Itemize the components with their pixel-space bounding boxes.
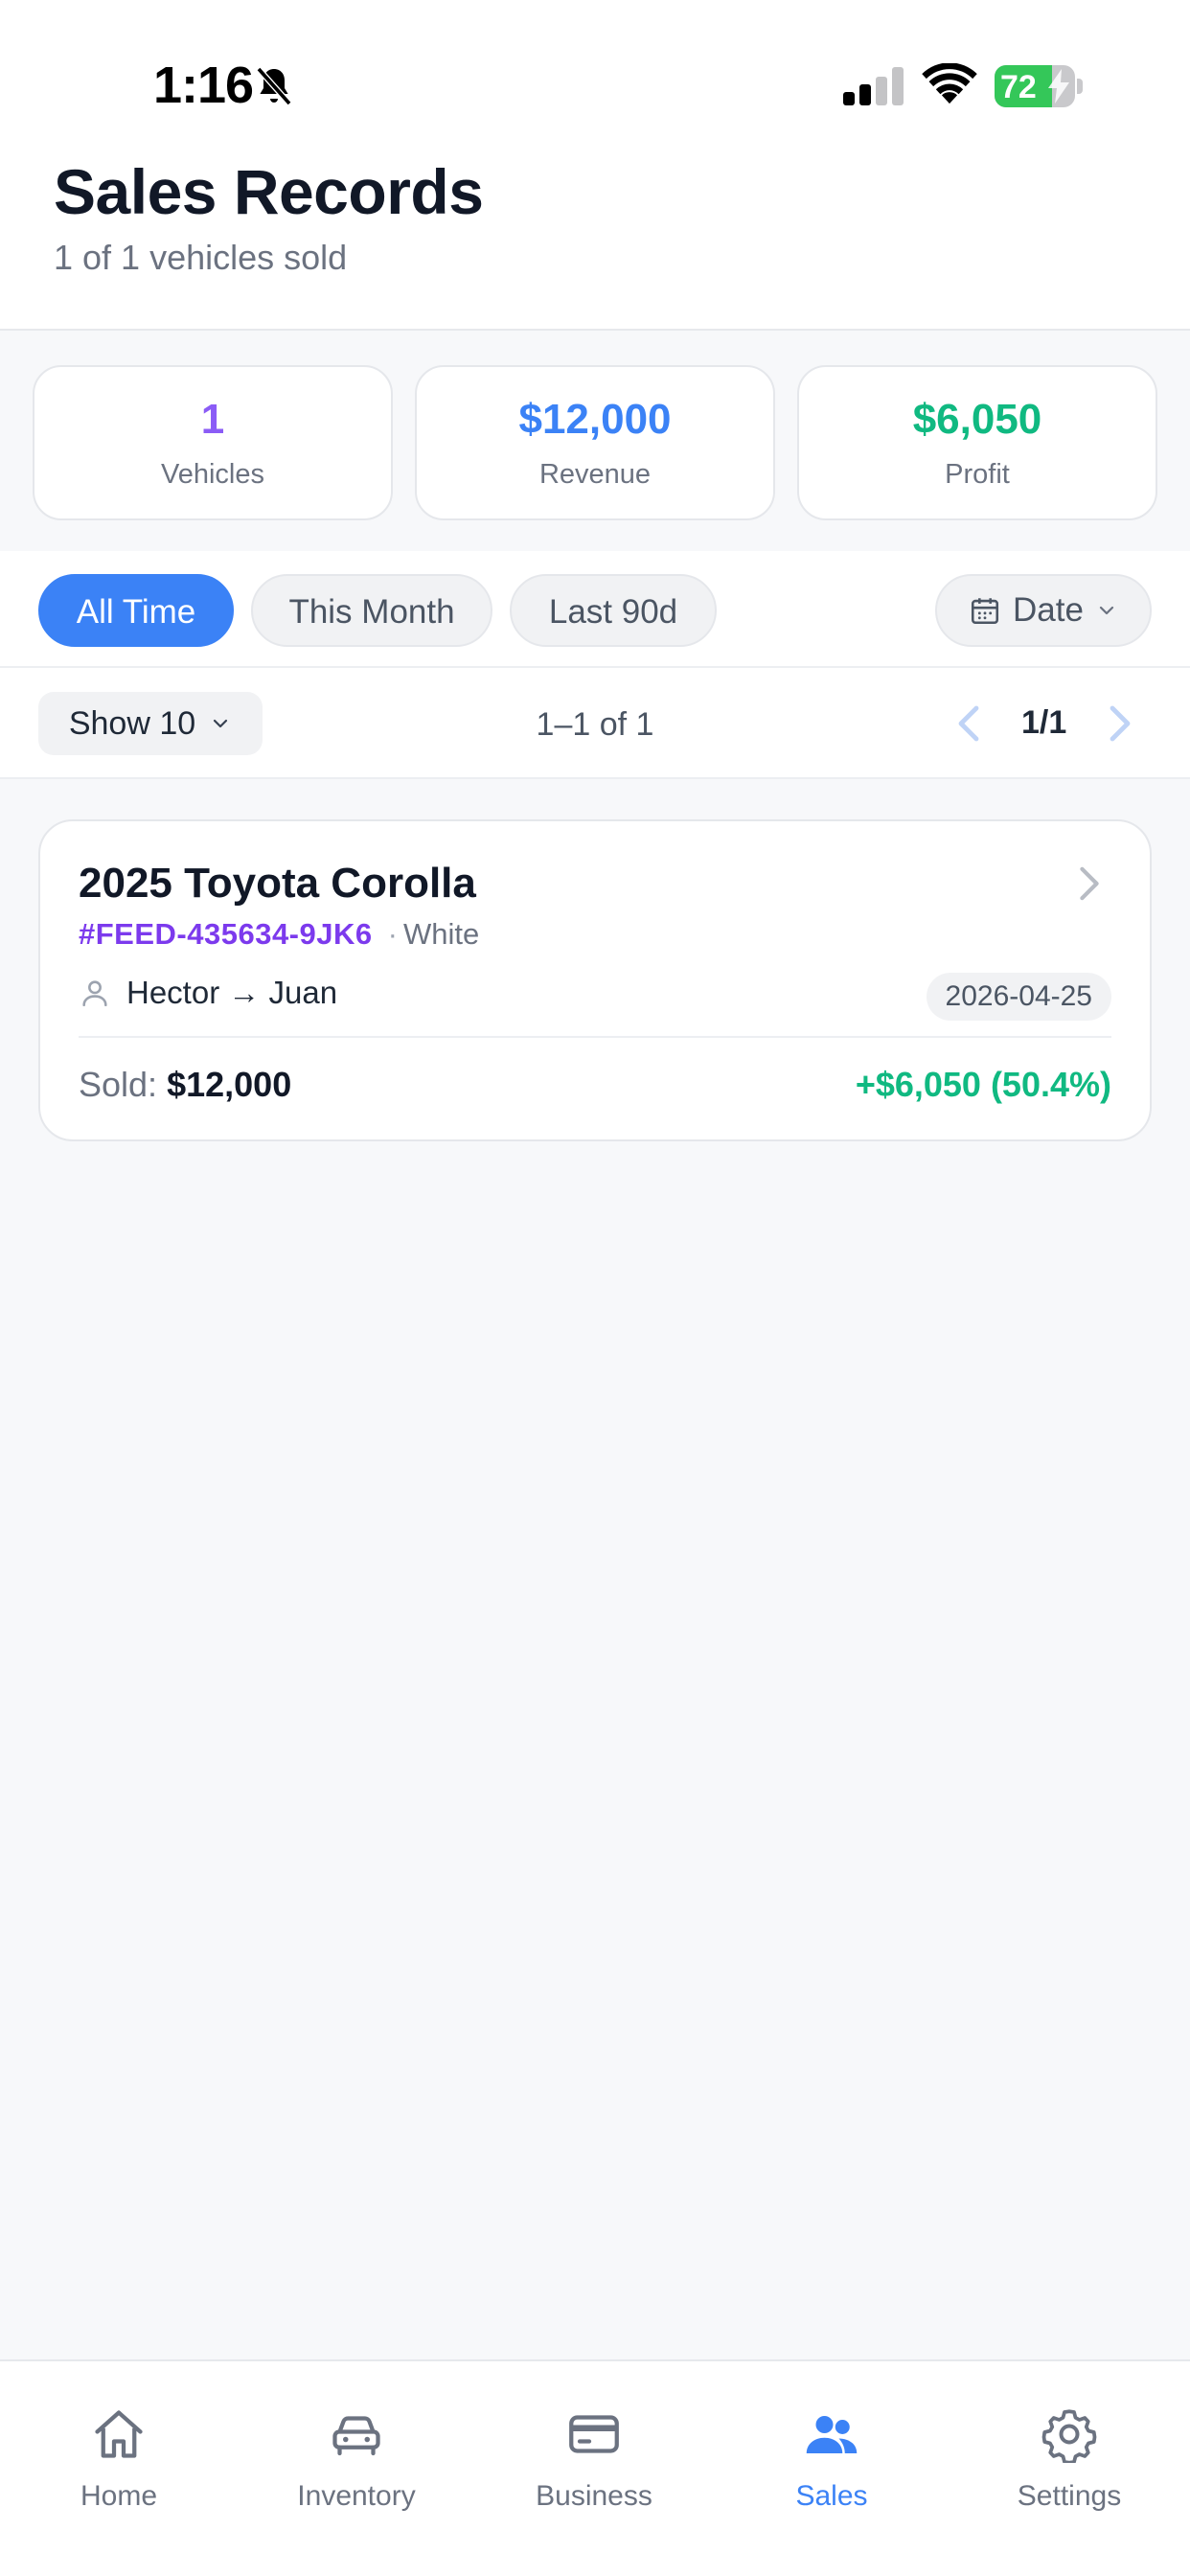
stat-label: Revenue bbox=[538, 459, 652, 490]
status-time: 1:16 bbox=[153, 57, 254, 114]
sale-parties: Hector → Juan bbox=[79, 975, 337, 1011]
tab-label: Inventory bbox=[297, 2480, 416, 2512]
stat-value: 1 bbox=[200, 396, 225, 443]
tab-inventory[interactable]: Inventory bbox=[238, 2361, 475, 2576]
tab-home[interactable]: Home bbox=[0, 2361, 238, 2576]
pagination-bar: Show 10 1–1 of 1 1/1 bbox=[0, 668, 1190, 779]
profit-value: +$6,050 (50.4%) bbox=[855, 1065, 1111, 1104]
sort-label: Date bbox=[1013, 591, 1084, 629]
charging-bolt-icon bbox=[1048, 69, 1069, 104]
filter-chip-last-90d[interactable]: Last 90d bbox=[510, 574, 717, 647]
bottom-tab-bar: Home Inventory Business Sales Settings bbox=[0, 2359, 1190, 2576]
battery-level: 72 bbox=[1000, 69, 1037, 105]
sold-price: Sold: $12,000 bbox=[79, 1065, 291, 1105]
tab-sales[interactable]: Sales bbox=[713, 2361, 950, 2576]
summary-stats: 1 Vehicles $12,000 Revenue $6,050 Profit bbox=[0, 331, 1190, 551]
wifi-icon bbox=[922, 63, 977, 104]
page-indicator: 1/1 bbox=[1021, 704, 1067, 741]
stat-label: Vehicles bbox=[160, 459, 264, 490]
car-icon bbox=[332, 2416, 380, 2456]
stat-card-profit: $6,050 Profit bbox=[797, 365, 1157, 520]
status-bar: 1:16 72 bbox=[0, 0, 1190, 144]
tab-business[interactable]: Business bbox=[475, 2361, 713, 2576]
stat-label: Profit bbox=[945, 459, 1010, 490]
sale-date-badge: 2026-04-25 bbox=[926, 973, 1111, 1021]
users-icon bbox=[806, 2416, 858, 2453]
bell-muted-icon bbox=[256, 66, 292, 106]
sort-dropdown[interactable]: Date bbox=[935, 574, 1152, 647]
card-divider bbox=[79, 1036, 1111, 1038]
result-range: 1–1 of 1 bbox=[536, 706, 654, 743]
card-icon bbox=[569, 2415, 619, 2453]
calendar-icon bbox=[972, 598, 999, 625]
page-subtitle: 1 of 1 vehicles sold bbox=[54, 238, 348, 277]
prev-page-button[interactable] bbox=[954, 704, 983, 743]
sale-record-card[interactable]: 2025 Toyota Corolla #FEED-435634-9JK6 · Wh… bbox=[38, 819, 1152, 1141]
page-header: Sales Records 1 of 1 vehicles sold bbox=[0, 144, 1190, 331]
stat-value: $6,050 bbox=[912, 396, 1042, 443]
filter-chip-all-time[interactable]: All Time bbox=[38, 574, 234, 647]
vehicle-meta: #FEED-435634-9JK6 · White bbox=[79, 917, 479, 952]
sold-value: $12,000 bbox=[167, 1065, 292, 1104]
page-title: Sales Records bbox=[54, 156, 484, 227]
vehicle-id: #FEED-435634-9JK6 bbox=[79, 917, 373, 951]
chevron-right-icon bbox=[1080, 866, 1099, 901]
home-icon bbox=[95, 2410, 143, 2458]
stat-card-vehicles: 1 Vehicles bbox=[33, 365, 393, 520]
sales-records-screen: 1:16 72 Sales Records 1 of 1 vehicles so… bbox=[0, 0, 1190, 2576]
battery-indicator: 72 bbox=[995, 65, 1083, 107]
tab-label: Home bbox=[80, 2480, 158, 2512]
vehicle-title: 2025 Toyota Corolla bbox=[79, 860, 476, 907]
date-filter-bar: All Time This Month Last 90d Date bbox=[0, 551, 1190, 668]
tab-settings[interactable]: Settings bbox=[950, 2361, 1188, 2576]
vehicle-color: White bbox=[402, 917, 480, 951]
tab-label: Sales bbox=[795, 2480, 868, 2512]
sold-label: Sold: bbox=[79, 1065, 158, 1104]
tab-label: Business bbox=[536, 2480, 652, 2512]
person-icon bbox=[82, 980, 107, 1007]
tab-label: Settings bbox=[1017, 2480, 1122, 2512]
stat-value: $12,000 bbox=[518, 396, 672, 443]
gear-icon bbox=[1041, 2409, 1097, 2463]
chevron-down-icon bbox=[1099, 606, 1114, 615]
meta-separator: · bbox=[387, 917, 398, 951]
seller-buyer: Hector → Juan bbox=[126, 975, 338, 1010]
filter-chip-this-month[interactable]: This Month bbox=[251, 574, 492, 647]
next-page-button[interactable] bbox=[1106, 704, 1134, 743]
stat-card-revenue: $12,000 Revenue bbox=[415, 365, 775, 520]
cellular-signal-icon bbox=[843, 67, 904, 105]
